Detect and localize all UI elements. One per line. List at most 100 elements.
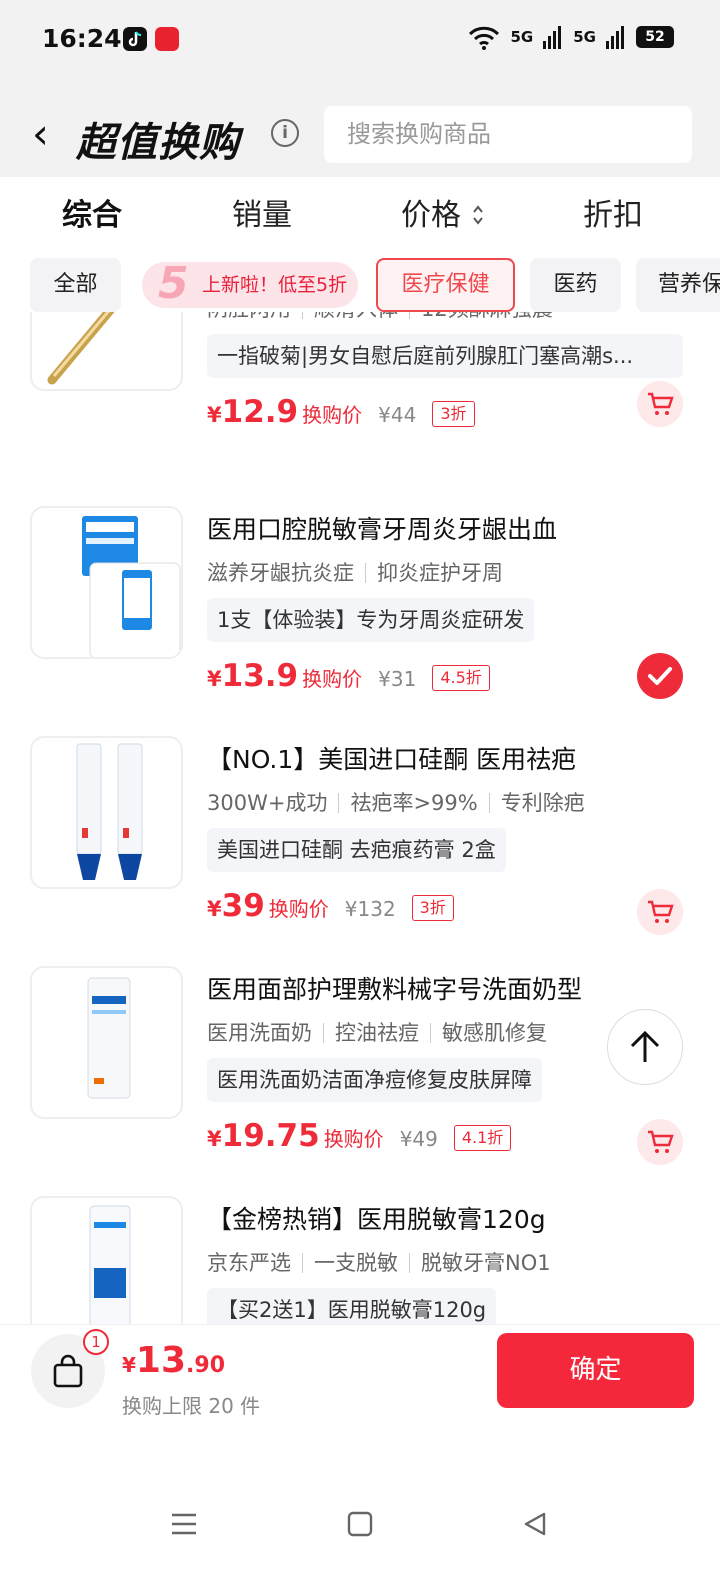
product-tags: 滋养牙龈抗炎症 抑炎症护牙周: [207, 557, 503, 587]
shop-app-icon: [155, 27, 179, 51]
discount-badge: 3折: [432, 401, 475, 427]
price-currency: ¥: [207, 667, 222, 691]
category-chips: 全部 上新啦！低至5折 医疗保健 医药 营养保: [0, 258, 720, 312]
original-price: ¥31: [378, 667, 417, 691]
product-desc: 【买2送1】医用脱敏膏120g: [207, 1288, 497, 1324]
back-button[interactable]: ‹: [32, 112, 49, 156]
price-label: 换购价: [268, 897, 329, 921]
cart-icon: [648, 900, 674, 923]
tag: 滋养牙龈抗炎症: [207, 561, 354, 585]
price-value: 39: [221, 888, 265, 924]
total-int: 13: [135, 1340, 187, 1381]
search-input[interactable]: 搜索换购商品: [324, 106, 692, 163]
original-price: ¥44: [378, 403, 417, 427]
product-title: 【NO.1】美国进口硅酮 医用祛疤: [207, 745, 577, 774]
product-tags: 阴肛两用 顺滑入体 12频酥麻强震: [207, 312, 553, 323]
tag: 300W+成功: [207, 791, 328, 815]
add-to-cart-button[interactable]: [637, 889, 683, 935]
chip-medical-health[interactable]: 医疗保健: [376, 258, 515, 312]
sort-tab-price-label: 价格: [401, 198, 461, 233]
back-nav-icon[interactable]: [522, 1511, 548, 1537]
product-tags: 300W+成功 祛疤率>99% 专利除疤: [207, 787, 585, 817]
tag: 控油祛痘: [335, 1021, 419, 1045]
product-image: [30, 312, 183, 391]
tag: 12频酥麻强震: [421, 312, 553, 321]
product-item[interactable]: 医用口腔脱敏膏牙周炎牙龈出血 滋养牙龈抗炎症 抑炎症护牙周 1支【体验装】专为牙周…: [0, 506, 720, 736]
tag: 医用洗面奶: [207, 1021, 312, 1045]
discount-badge: 4.1折: [453, 1125, 512, 1151]
selected-check-button[interactable]: [637, 653, 683, 699]
product-item[interactable]: 【NO.1】美国进口硅酮 医用祛疤 300W+成功 祛疤率>99% 专利除疤 美国进…: [0, 736, 720, 966]
product-item[interactable]: 医用面部护理敷料械字号洗面奶型 医用洗面奶 控油祛痘 敏感肌修复 医用洗面奶洁面净痘…: [0, 966, 720, 1196]
price-currency: ¥: [207, 897, 222, 921]
price-currency: ¥: [207, 1127, 222, 1151]
page-title: 超值换购: [76, 120, 240, 166]
status-right: 5G 5G 52: [467, 24, 674, 50]
product-desc: 医用洗面奶洁面净痘修复皮肤屏障: [207, 1058, 542, 1102]
status-time: 16:24: [42, 24, 122, 53]
tiktok-icon: [123, 27, 147, 51]
tag: 阴肛两用: [207, 312, 291, 321]
back-to-top-button[interactable]: [607, 1009, 683, 1085]
tag: 专利除疤: [500, 791, 585, 815]
product-image: [30, 966, 183, 1119]
sort-tab-discount[interactable]: 折扣: [583, 190, 643, 234]
price-value: 12.9: [221, 394, 299, 430]
add-to-cart-button[interactable]: [637, 381, 683, 427]
tag: 一支脱敏: [314, 1251, 398, 1275]
sort-arrows-icon: [472, 205, 483, 225]
product-price: ¥12.9 换购价 ¥44 3折: [207, 394, 475, 430]
total-price: ¥13.90: [122, 1340, 225, 1381]
discount-badge: 4.5折: [432, 665, 490, 691]
original-price: ¥49: [399, 1127, 438, 1151]
shopping-bag-icon: [53, 1354, 83, 1388]
sort-tab-comprehensive[interactable]: 综合: [62, 190, 122, 234]
price-value: 19.75: [221, 1118, 320, 1154]
product-desc: 1支【体验装】专为牙周炎症研发: [207, 598, 535, 642]
product-item[interactable]: 【金榜热销】医用脱敏膏120g 京东严选 一支脱敏 脱敏牙膏NO1 【买2送1】医用…: [0, 1196, 720, 1324]
wifi-icon: [468, 26, 499, 50]
product-tags: 京东严选 一支脱敏 脱敏牙膏NO1: [207, 1247, 551, 1277]
original-price: ¥132: [344, 897, 396, 921]
product-item[interactable]: 阴肛两用顺滑入体12频酥麻强震 一指破菊|男女自慰后庭前列腺肛门塞高潮s... …: [0, 312, 720, 468]
home-icon[interactable]: [347, 1511, 373, 1537]
tag: 抑炎症护牙周: [377, 561, 503, 585]
cart-count-badge: 1: [83, 1329, 109, 1355]
chip-medicine[interactable]: 医药: [530, 258, 621, 312]
arrow-up-icon: [630, 1030, 660, 1062]
chip-all[interactable]: 全部: [30, 258, 121, 312]
info-icon[interactable]: i: [271, 119, 299, 147]
status-bar: 16:24 5G 5G 52: [0, 0, 720, 80]
total-currency: ¥: [122, 1353, 136, 1377]
product-price: ¥39 换购价 ¥132 3折: [207, 888, 454, 924]
battery-icon: 52: [636, 26, 674, 48]
add-to-cart-button[interactable]: [637, 1119, 683, 1165]
product-title: 【金榜热销】医用脱敏膏120g: [207, 1205, 546, 1234]
product-desc: 一指破菊|男女自慰后庭前列腺肛门塞高潮s...: [207, 334, 683, 378]
product-price: ¥19.75 换购价 ¥49 4.1折: [207, 1118, 512, 1154]
price-label: 换购价: [302, 667, 363, 691]
tag: 京东严选: [207, 1251, 291, 1275]
network-2: 5G: [573, 28, 596, 46]
sort-tab-price[interactable]: 价格: [401, 190, 485, 234]
tag: 顺滑入体: [314, 312, 398, 321]
price-label: 换购价: [302, 403, 363, 427]
price-currency: ¥: [207, 403, 222, 427]
tag: 祛疤率>99%: [350, 791, 478, 815]
product-image: [30, 1196, 183, 1324]
total-dec: .90: [186, 1353, 226, 1378]
discount-badge: 3折: [411, 895, 454, 921]
cart-icon: [648, 392, 674, 415]
product-desc: 美国进口硅酮 去疤痕药膏 2盒: [207, 828, 506, 872]
sort-tab-sales[interactable]: 销量: [232, 190, 292, 234]
product-list: 阴肛两用顺滑入体12频酥麻强震 一指破菊|男女自慰后庭前列腺肛门塞高潮s... …: [0, 312, 720, 1324]
promo-number: 5: [158, 258, 189, 309]
tag: 脱敏牙膏NO1: [421, 1251, 551, 1275]
product-image: [30, 506, 183, 659]
price-label: 换购价: [323, 1127, 384, 1151]
chip-nutrition[interactable]: 营养保: [636, 258, 720, 312]
confirm-button[interactable]: 确定: [497, 1333, 694, 1408]
menu-icon[interactable]: [170, 1511, 198, 1537]
cart-icon: [648, 1130, 674, 1153]
product-title: 医用口腔脱敏膏牙周炎牙龈出血: [207, 515, 558, 544]
